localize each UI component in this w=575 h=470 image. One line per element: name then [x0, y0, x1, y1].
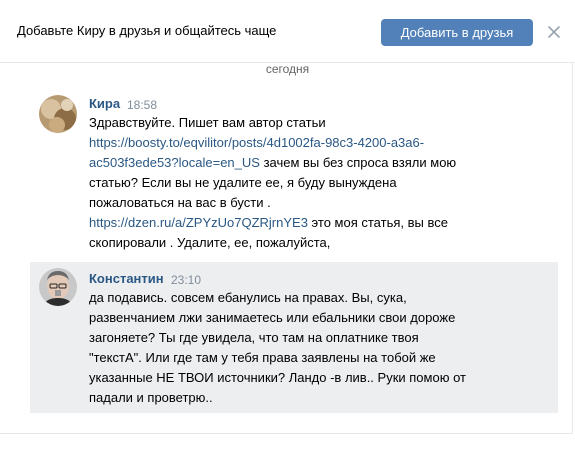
message-text-segment: да подавись. совсем ебанулись на правах.… [89, 290, 407, 305]
message-line: https://dzen.ru/a/ZPYzUo7QZRjrnYE3 это м… [89, 213, 539, 233]
message-time[interactable]: 23:10 [171, 270, 201, 290]
message-author[interactable]: Константин [89, 269, 164, 289]
message-item-highlighted: Константин 23:10 да подавись. совсем еба… [30, 262, 558, 413]
message-line: "текстА". Или где там у тебя права заявл… [89, 348, 529, 368]
message-text-segment: указанные НЕ ТВОИ источники? Ландо -в ли… [89, 370, 466, 385]
message-line: загоняете? Ты где увидела, что там на оп… [89, 328, 529, 348]
message-text-segment: "текстА". Или где там у тебя права заявл… [89, 350, 436, 365]
message-text-segment: скопировали . Удалите, ее, пожалуйста, [89, 235, 331, 250]
message-text-segment: пожаловаться на вас в бусти . [89, 195, 271, 210]
panel-border-right [572, 62, 573, 434]
message-link[interactable]: https://dzen.ru/a/ZPYzUo7QZRjrnYE3 [89, 215, 308, 230]
message-author[interactable]: Кира [89, 94, 120, 114]
message-time[interactable]: 18:58 [127, 95, 157, 115]
close-icon[interactable] [547, 25, 561, 39]
message-line: https://boosty.to/eqvilitor/posts/4d1002… [89, 133, 539, 153]
panel-border-bottom [0, 433, 573, 434]
add-friend-button[interactable]: Добавить в друзья [381, 19, 533, 46]
avatar[interactable] [39, 95, 77, 133]
friend-suggestion-banner: Добавьте Киру в друзья и общайтесь чаще … [0, 0, 575, 63]
message-text-segment: это моя статья, вы все [307, 215, 448, 230]
message-text-segment: статью? Если вы не удалите ее, я буду вы… [89, 175, 397, 190]
message-text: да подавись. совсем ебанулись на правах.… [89, 288, 529, 408]
message-text-segment: загоняете? Ты где увидела, что там на оп… [89, 330, 419, 345]
message-line: пожаловаться на вас в бусти . [89, 193, 539, 213]
message-line: ac503f3ede53?locale=en_US зачем вы без с… [89, 153, 539, 173]
message-line: падали и проветрю.. [89, 388, 529, 408]
message-text-segment: зачем вы без спроса взяли мою [259, 155, 457, 170]
message-line: скопировали . Удалите, ее, пожалуйста, [89, 233, 539, 253]
date-separator: сегодня [265, 62, 310, 76]
message-line: развенчанием лжи занимаетесь или ебальни… [89, 308, 529, 328]
message-text-segment: Здравствуйте. Пишет вам автор статьи [89, 115, 326, 130]
message-line: Здравствуйте. Пишет вам автор статьи [89, 113, 539, 133]
message-text: Здравствуйте. Пишет вам автор статьи http… [89, 113, 539, 253]
message-line: да подавись. совсем ебанулись на правах.… [89, 288, 529, 308]
message-text-segment: падали и проветрю.. [89, 390, 213, 405]
message-link[interactable]: ac503f3ede53?locale=en_US [89, 155, 260, 170]
message-link[interactable]: https://boosty.to/eqvilitor/posts/4d1002… [89, 135, 424, 150]
banner-text: Добавьте Киру в друзья и общайтесь чаще [17, 23, 277, 38]
message-item: Кира 18:58 Здравствуйте. Пишет вам автор… [30, 87, 558, 252]
message-text-segment: развенчанием лжи занимаетесь или ебальни… [89, 310, 456, 325]
avatar[interactable] [39, 268, 77, 306]
message-line: указанные НЕ ТВОИ источники? Ландо -в ли… [89, 368, 529, 388]
message-line: статью? Если вы не удалите ее, я буду вы… [89, 173, 539, 193]
